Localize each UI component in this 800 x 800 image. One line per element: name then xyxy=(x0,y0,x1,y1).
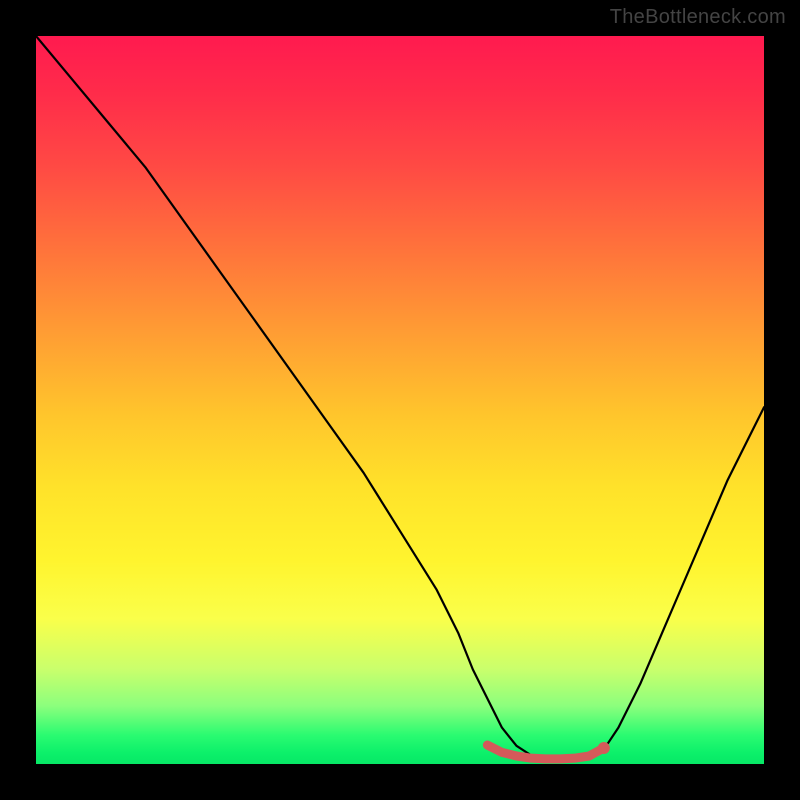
curve-layer xyxy=(36,36,764,764)
bottleneck-curve xyxy=(36,36,764,761)
plot-area xyxy=(36,36,764,764)
watermark-text: TheBottleneck.com xyxy=(610,6,786,29)
chart-canvas: TheBottleneck.com xyxy=(0,0,800,800)
optimal-range-marker xyxy=(487,742,609,759)
